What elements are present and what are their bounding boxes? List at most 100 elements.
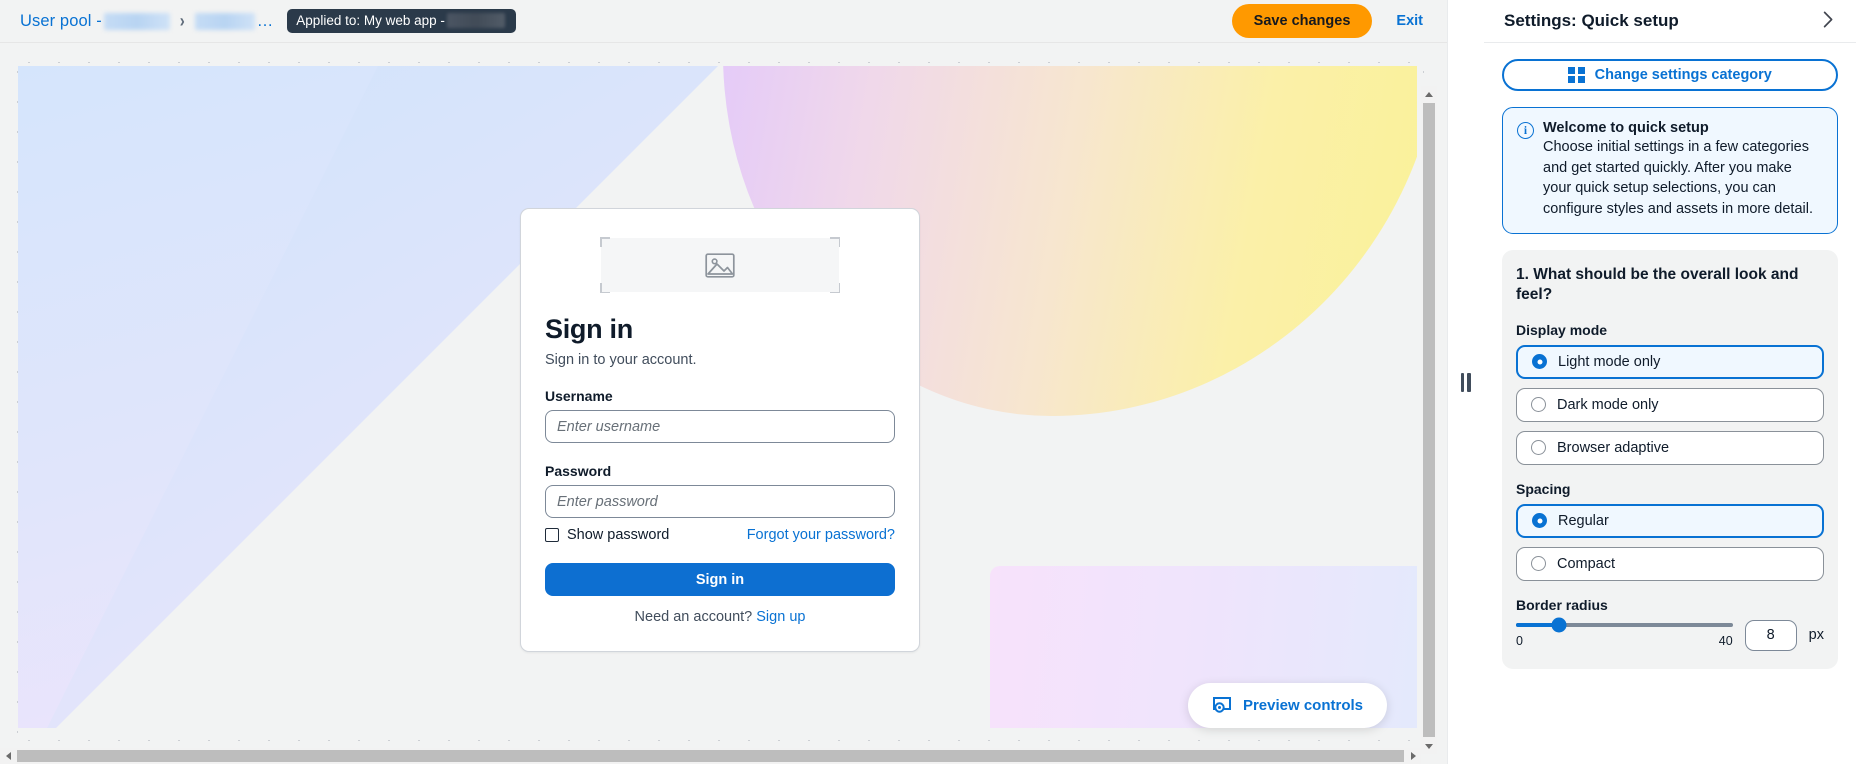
sign-in-submit-button[interactable]: Sign in	[545, 563, 895, 596]
border-radius-input[interactable]	[1745, 620, 1797, 651]
applied-to-text: Applied to: My web app -	[296, 13, 445, 28]
breadcrumb-separator-icon: ›	[180, 10, 185, 31]
editor-area: User pool - › … Applied to: My web app -…	[0, 0, 1447, 764]
password-field-group: Password Show password Forgot your passw…	[545, 463, 895, 543]
chevron-right-icon	[1823, 11, 1834, 28]
logo-corner-tl	[600, 237, 610, 247]
change-settings-category-button[interactable]: Change settings category	[1502, 59, 1838, 91]
radio-dot-icon	[1532, 354, 1547, 369]
radio-label: Compact	[1557, 556, 1615, 572]
radio-dot-icon	[1531, 556, 1546, 571]
forgot-password-link[interactable]: Forgot your password?	[747, 527, 895, 543]
slider-thumb[interactable]	[1552, 617, 1567, 632]
grid-icon	[1568, 67, 1585, 84]
settings-panel-header: Settings: Quick setup	[1484, 0, 1856, 43]
vertical-scrollbar-thumb[interactable]	[1423, 103, 1435, 737]
scroll-left-arrow-icon[interactable]	[0, 748, 16, 764]
toolbar-actions: Save changes Exit	[1232, 4, 1433, 38]
username-input[interactable]	[545, 410, 895, 443]
breadcrumb: User pool - › …	[20, 12, 273, 31]
checkbox-box-icon	[545, 528, 559, 542]
breadcrumb-user-pool-link[interactable]: User pool -	[20, 12, 102, 31]
artboard: Sign in Sign in to your account. Usernam…	[18, 66, 1417, 728]
save-changes-button[interactable]: Save changes	[1232, 4, 1373, 38]
preview-canvas: Sign in Sign in to your account. Usernam…	[0, 43, 1447, 764]
ruler-top	[0, 51, 1430, 63]
slider-track[interactable]	[1516, 623, 1733, 627]
sign-in-title: Sign in	[545, 314, 895, 345]
welcome-title: Welcome to quick setup	[1543, 120, 1823, 136]
settings-panel-body: Change settings category i Welcome to qu…	[1484, 43, 1856, 764]
radio-dot-icon	[1531, 440, 1546, 455]
welcome-text-wrap: Welcome to quick setup Choose initial se…	[1543, 120, 1823, 219]
show-password-label: Show password	[567, 527, 669, 543]
radio-label: Light mode only	[1558, 354, 1660, 370]
radio-label: Regular	[1558, 513, 1609, 529]
applied-to-badge: Applied to: My web app -	[287, 9, 516, 33]
ruler-bottom	[0, 729, 1430, 741]
preview-controls-label: Preview controls	[1243, 697, 1363, 714]
spacing-label: Spacing	[1516, 481, 1824, 497]
scroll-down-arrow-icon[interactable]	[1421, 738, 1437, 754]
welcome-info-alert: i Welcome to quick setup Choose initial …	[1502, 107, 1838, 234]
image-placeholder-icon	[705, 253, 735, 278]
radio-browser-adaptive[interactable]: Browser adaptive	[1516, 431, 1824, 465]
border-radius-control-row: 0 40 px	[1516, 620, 1824, 651]
password-label: Password	[545, 463, 895, 479]
slider-max-label: 40	[1719, 634, 1733, 648]
radio-label: Browser adaptive	[1557, 440, 1669, 456]
settings-panel-title: Settings: Quick setup	[1504, 11, 1679, 31]
breadcrumb-ellipsis[interactable]: …	[257, 12, 274, 31]
show-password-checkbox[interactable]: Show password	[545, 527, 669, 543]
look-and-feel-section: 1. What should be the overall look and f…	[1502, 250, 1838, 668]
change-settings-category-label: Change settings category	[1595, 67, 1772, 83]
collapse-panel-button[interactable]	[1819, 7, 1838, 35]
password-input[interactable]	[545, 485, 895, 518]
exit-button[interactable]: Exit	[1386, 7, 1433, 35]
password-options-row: Show password Forgot your password?	[545, 527, 895, 543]
sign-up-link[interactable]: Sign up	[756, 609, 805, 625]
radio-label: Dark mode only	[1557, 397, 1659, 413]
sign-in-card: Sign in Sign in to your account. Usernam…	[520, 208, 920, 652]
breadcrumb-redacted-item	[195, 13, 255, 30]
border-radius-label: Border radius	[1516, 597, 1824, 613]
breadcrumb-redacted-pool-name	[104, 13, 170, 30]
display-mode-label: Display mode	[1516, 322, 1824, 338]
border-radius-slider[interactable]: 0 40	[1516, 623, 1733, 648]
radio-dot-icon	[1531, 397, 1546, 412]
logo-corner-bl	[600, 283, 610, 293]
logo-corner-tr	[830, 237, 840, 247]
canvas-horizontal-scrollbar[interactable]	[0, 748, 1421, 764]
section-question: 1. What should be the overall look and f…	[1516, 265, 1824, 305]
top-toolbar: User pool - › … Applied to: My web app -…	[0, 0, 1447, 43]
logo-corner-br	[830, 283, 840, 293]
radio-spacing-compact[interactable]: Compact	[1516, 547, 1824, 581]
splitter-grip-icon	[1461, 373, 1471, 392]
preview-eye-icon	[1212, 696, 1232, 715]
welcome-body: Choose initial settings in a few categor…	[1543, 137, 1823, 219]
username-field-group: Username	[545, 388, 895, 443]
sign-in-subtitle: Sign in to your account.	[545, 352, 895, 368]
radio-dot-icon	[1532, 513, 1547, 528]
horizontal-scrollbar-thumb[interactable]	[17, 750, 1404, 762]
border-radius-unit: px	[1809, 627, 1824, 643]
logo-placeholder[interactable]	[601, 238, 839, 292]
radio-dark-mode-only[interactable]: Dark mode only	[1516, 388, 1824, 422]
scroll-up-arrow-icon[interactable]	[1421, 86, 1437, 102]
ruler-left	[6, 43, 18, 747]
slider-tick-labels: 0 40	[1516, 634, 1733, 648]
settings-panel: Settings: Quick setup Change settings ca…	[1483, 0, 1856, 764]
radio-spacing-regular[interactable]: Regular	[1516, 504, 1824, 538]
preview-controls-button[interactable]: Preview controls	[1188, 683, 1387, 728]
applied-to-redacted-client	[447, 13, 505, 28]
scroll-right-arrow-icon[interactable]	[1405, 748, 1421, 764]
username-label: Username	[545, 388, 895, 404]
need-account-text: Need an account?	[635, 609, 757, 625]
radio-light-mode-only[interactable]: Light mode only	[1516, 345, 1824, 379]
need-account-row: Need an account? Sign up	[545, 609, 895, 625]
cognito-managed-login-editor: User pool - › … Applied to: My web app -…	[0, 0, 1856, 764]
info-icon: i	[1517, 122, 1534, 139]
panel-resize-splitter[interactable]	[1447, 0, 1483, 764]
slider-min-label: 0	[1516, 634, 1523, 648]
canvas-vertical-scrollbar[interactable]	[1421, 86, 1437, 754]
